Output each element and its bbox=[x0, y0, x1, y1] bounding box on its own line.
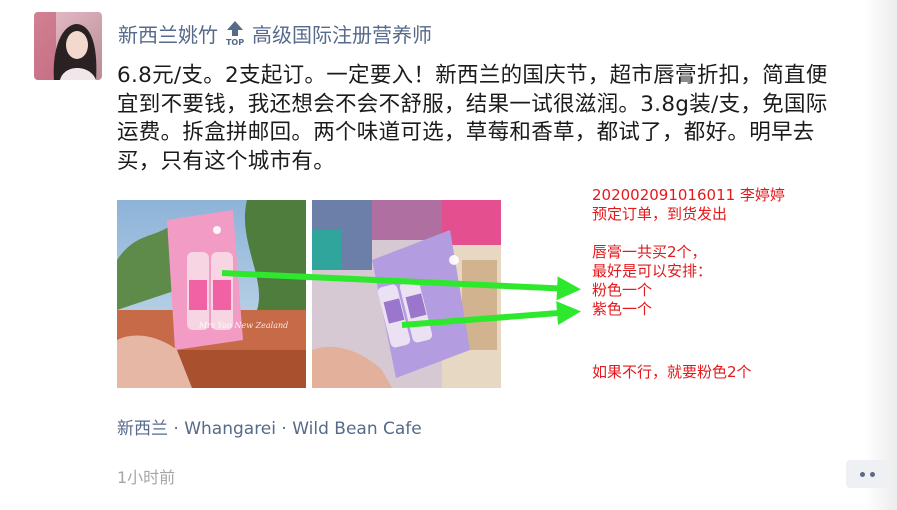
annotation-line: 粉色一个 bbox=[592, 281, 653, 299]
post-text-line: 运费。拆盒拼邮回。两个味道可选，草莓和香草，都试了，都好。明早去 bbox=[117, 120, 815, 145]
avatar[interactable] bbox=[34, 12, 102, 80]
photo-watermark: Mrs Yao New Zealand bbox=[198, 321, 288, 330]
post-text-line: 6.8元/支。2支起订。一定要入！新西兰的国庆节，超市唇膏折扣，简直便 bbox=[117, 63, 828, 88]
more-dot bbox=[869, 471, 875, 477]
more-dot bbox=[859, 471, 865, 477]
top-badge-label: TOP bbox=[226, 38, 244, 47]
post-text-line: 买，只有这个城市有。 bbox=[117, 148, 336, 174]
post-photo-purple-lipbalm[interactable] bbox=[312, 200, 501, 388]
location-link[interactable]: 新西兰 · Whangarei · Wild Bean Cafe bbox=[117, 414, 422, 439]
post-text-line: 宜到不要钱，我还想会不会不舒服，结果一试很滋润。3.8g装/支，免国际 bbox=[117, 91, 828, 117]
post-text: 6.8元/支。2支起订。一定要入！新西兰的国庆节，超市唇膏折扣，简直便 宜到不要… bbox=[117, 62, 877, 176]
author-name[interactable]: 新西兰姚竹 bbox=[118, 19, 218, 48]
post-photo-pink-lipbalm[interactable]: Mrs Yao New Zealand bbox=[117, 200, 306, 388]
post-timestamp: 1小时前 bbox=[117, 468, 176, 487]
annotation-line: 预定订单，到货发出 bbox=[592, 205, 728, 223]
order-annotation: 202002091016011 李婷婷 预定订单，到货发出 唇膏一共买2个， 最… bbox=[592, 186, 785, 319]
annotation-line: 紫色一个 bbox=[592, 300, 653, 318]
author-header: 新西兰姚竹 TOP 高级国际注册营养师 bbox=[118, 19, 432, 47]
annotation-note: 如果不行，就要粉色2个 bbox=[592, 363, 752, 381]
author-title: 高级国际注册营养师 bbox=[252, 22, 432, 47]
annotation-spacer bbox=[592, 224, 785, 243]
more-options-icon[interactable] bbox=[846, 460, 888, 488]
annotation-line: 最好是可以安排： bbox=[592, 262, 713, 280]
annotation-line: 唇膏一共买2个， bbox=[592, 243, 707, 261]
annotation-line: 202002091016011 李婷婷 bbox=[592, 186, 785, 204]
top-badge-icon: TOP bbox=[222, 19, 248, 47]
